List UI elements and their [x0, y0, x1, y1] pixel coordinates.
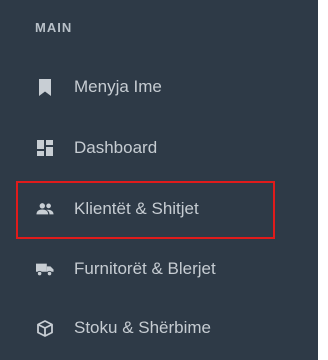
- sidebar-item-label: Menyja Ime: [74, 77, 162, 96]
- people-icon: [36, 200, 54, 218]
- sidebar-item-dashboard[interactable]: Dashboard: [0, 125, 318, 171]
- sidebar-item-stoku-sherbime[interactable]: Stoku & Shërbime: [0, 305, 318, 351]
- dashboard-icon: [36, 139, 54, 157]
- sidebar-item-furnitoret-blerjet[interactable]: Furnitorët & Blerjet: [0, 246, 318, 292]
- sidebar-item-label: Klientët & Shitjet: [74, 199, 199, 218]
- sidebar-item-menyja-ime[interactable]: Menyja Ime: [0, 64, 318, 110]
- sidebar-item-label: Furnitorët & Blerjet: [74, 259, 216, 278]
- truck-icon: [36, 260, 54, 278]
- sidebar-item-label: Dashboard: [74, 138, 158, 157]
- sidebar: MAIN Menyja Ime Dashboard Klientët & Shi…: [0, 0, 318, 360]
- sidebar-item-label: Stoku & Shërbime: [74, 318, 212, 337]
- bookmark-icon: [36, 78, 54, 96]
- section-title: MAIN: [35, 20, 73, 35]
- sidebar-item-klientet-shitjet[interactable]: Klientët & Shitjet: [0, 186, 318, 232]
- box-icon: [36, 319, 54, 337]
